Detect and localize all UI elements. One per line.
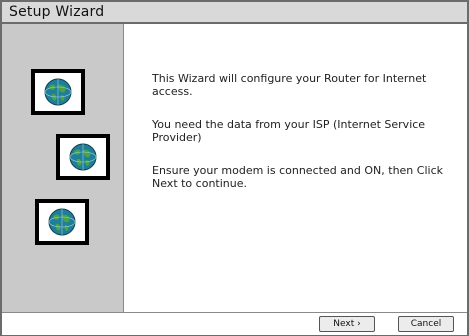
isp-requirement-text: You need the data from your ISP (Interne… (152, 118, 426, 144)
globe-icon (35, 199, 89, 245)
button-bar: Next › Cancel (2, 312, 467, 335)
cancel-button[interactable]: Cancel (398, 316, 454, 332)
intro-text: This Wizard will configure your Router f… (152, 72, 427, 98)
title-bar: Setup Wizard (2, 2, 467, 24)
wizard-content: This Wizard will configure your Router f… (152, 72, 462, 210)
next-button[interactable]: Next › (319, 316, 375, 332)
setup-wizard-window: Setup Wizard This Wizard will configure … (0, 0, 469, 336)
globe-icon (56, 134, 110, 180)
wizard-sidebar (2, 24, 124, 312)
window-title: Setup Wizard (9, 4, 105, 20)
globe-icon (31, 69, 85, 115)
modem-instruction-text: Ensure your modem is connected and ON, t… (152, 164, 443, 190)
